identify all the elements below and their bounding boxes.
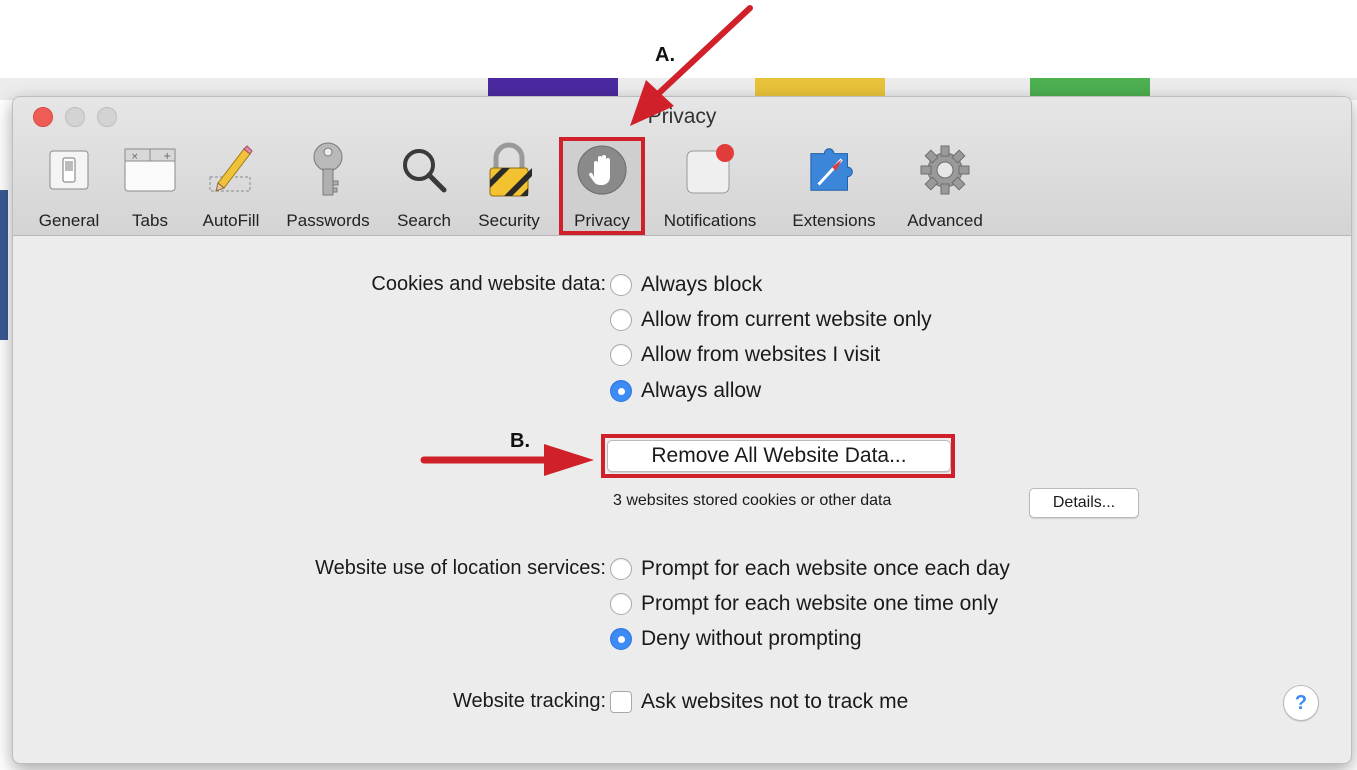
option-text: Prompt for each website once each day xyxy=(641,557,1010,580)
cookies-option-always-allow[interactable]: Always allow xyxy=(610,376,761,406)
tab-label: Security xyxy=(478,211,540,230)
tracking-option-do-not-track[interactable]: Ask websites not to track me xyxy=(610,687,908,717)
option-text: Deny without prompting xyxy=(641,627,862,650)
tab-extensions[interactable]: Extensions xyxy=(779,137,889,233)
cookies-option-current-website[interactable]: Allow from current website only xyxy=(610,305,932,335)
svg-text:+: + xyxy=(163,151,171,162)
help-button[interactable]: ? xyxy=(1283,685,1319,721)
option-text: Ask websites not to track me xyxy=(641,690,909,713)
option-text: Allow from current website only xyxy=(641,308,932,331)
pencil-icon xyxy=(204,143,258,197)
radio-button[interactable] xyxy=(610,309,632,331)
gear-icon xyxy=(918,143,972,197)
stored-data-summary: 3 websites stored cookies or other data xyxy=(613,492,892,509)
tab-security[interactable]: Security xyxy=(467,137,551,233)
notification-badge-icon xyxy=(683,143,737,197)
annotation-arrow-a-icon xyxy=(630,5,753,126)
location-option-once-each-day[interactable]: Prompt for each website once each day xyxy=(610,554,1010,584)
privacy-tab-highlight xyxy=(559,137,645,235)
location-services-label: Website use of location services: xyxy=(315,557,606,579)
tab-general[interactable]: General xyxy=(29,137,109,233)
tab-tabs[interactable]: × + Tabs xyxy=(117,137,183,233)
option-text: Prompt for each website one time only xyxy=(641,592,999,615)
cookies-label: Cookies and website data: xyxy=(371,273,606,295)
details-button[interactable]: Details... xyxy=(1029,488,1139,518)
background-sidebar-edge xyxy=(0,190,8,340)
option-text: Always block xyxy=(641,273,763,296)
radio-button[interactable] xyxy=(610,344,632,366)
tab-label: Extensions xyxy=(792,211,876,230)
tab-label: General xyxy=(38,211,100,230)
radio-button[interactable] xyxy=(610,558,632,580)
radio-button-selected[interactable] xyxy=(610,628,632,650)
tabs-icon: × + xyxy=(123,143,177,197)
tab-label: Passwords xyxy=(286,211,370,230)
website-tracking-label: Website tracking: xyxy=(452,690,606,712)
tab-advanced[interactable]: Advanced xyxy=(895,137,995,233)
radio-button[interactable] xyxy=(610,593,632,615)
cookies-option-websites-visited[interactable]: Allow from websites I visit xyxy=(610,340,880,370)
cookies-option-always-block[interactable]: Always block xyxy=(610,270,762,300)
tab-passwords[interactable]: Passwords xyxy=(275,137,381,233)
location-option-one-time-only[interactable]: Prompt for each website one time only xyxy=(610,589,998,619)
tab-label: Tabs xyxy=(132,211,168,230)
tab-label: Notifications xyxy=(663,211,757,230)
key-icon xyxy=(301,142,355,197)
checkbox[interactable] xyxy=(610,691,632,713)
location-option-deny[interactable]: Deny without prompting xyxy=(610,624,862,654)
option-text: Always allow xyxy=(641,379,762,402)
tab-notifications[interactable]: Notifications xyxy=(649,137,771,233)
general-switch-icon xyxy=(42,143,96,197)
radio-button-selected[interactable] xyxy=(610,380,632,402)
privacy-preferences-window: Privacy General × + Tabs AutoFill Passwo… xyxy=(12,96,1352,764)
remove-button-highlight xyxy=(601,434,955,478)
option-text: Allow from websites I visit xyxy=(641,343,881,366)
tab-label: AutoFill xyxy=(202,211,260,230)
privacy-settings-pane: Cookies and website data: Always block A… xyxy=(13,236,1351,763)
tab-label: Search xyxy=(397,211,451,230)
svg-text:×: × xyxy=(131,152,139,162)
magnifier-icon xyxy=(397,143,451,197)
tab-autofill[interactable]: AutoFill xyxy=(189,137,273,233)
tab-search[interactable]: Search xyxy=(387,137,461,233)
puzzle-compass-icon xyxy=(807,143,861,197)
padlock-icon xyxy=(482,142,536,197)
radio-button[interactable] xyxy=(610,274,632,296)
annotation-arrow-b-icon xyxy=(420,444,594,476)
tab-label: Advanced xyxy=(907,211,983,230)
